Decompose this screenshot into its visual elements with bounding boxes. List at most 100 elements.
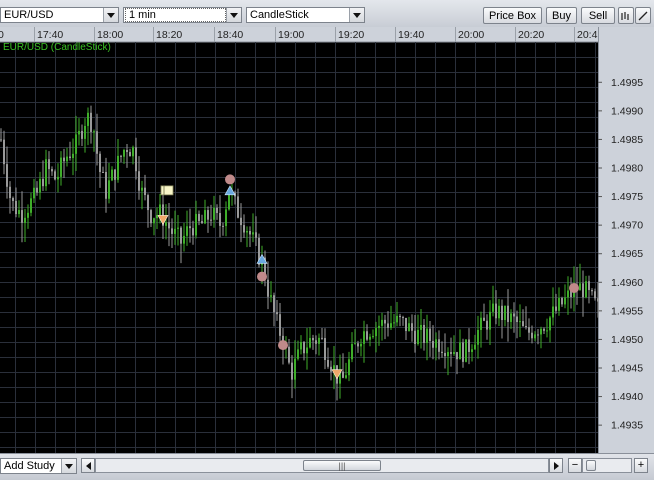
zoom-in-button[interactable]: + (634, 458, 648, 473)
chevron-down-icon[interactable] (61, 459, 76, 473)
zoom-slider-track[interactable] (582, 458, 632, 473)
candle-body (192, 228, 194, 236)
candle-body (468, 339, 470, 352)
chart-type-select[interactable]: CandleStick (246, 7, 365, 23)
candle-body (480, 317, 482, 330)
candle-body (288, 346, 290, 363)
candle-body (477, 329, 479, 345)
chevron-down-icon[interactable] (226, 8, 241, 22)
candle-body (270, 295, 272, 297)
candle-body (435, 339, 437, 348)
sell-button[interactable]: Sell (581, 7, 615, 24)
candle-body (327, 359, 329, 367)
horizontal-scrollbar-track[interactable]: ||| (95, 458, 549, 473)
candle-body (447, 352, 449, 357)
candle-body (105, 172, 107, 199)
candle-body (144, 187, 146, 196)
chevron-down-icon[interactable] (349, 8, 364, 22)
candle-body (306, 347, 308, 354)
price-tick-label: 1.4990 (611, 105, 643, 117)
toolbar: EUR/USD 1 min CandleStick Price Box Buy … (0, 0, 654, 28)
symbol-select[interactable]: EUR/USD (0, 7, 119, 23)
buy-button[interactable]: Buy (546, 7, 577, 24)
candle-body (108, 180, 110, 199)
candle-body (84, 125, 86, 139)
candlestick-chart[interactable]: 0 17:40 18:00 18:20 18:40 19:00 19:20 19:40 20:0… (0, 27, 654, 453)
candle-body (48, 159, 50, 170)
candle-body (276, 312, 278, 315)
candle-body (0, 139, 2, 141)
candle-body (3, 139, 5, 165)
time-tick-label: 18:40 (217, 29, 243, 41)
candle-body (399, 315, 401, 318)
add-study-select[interactable]: Add Study (0, 458, 77, 474)
candle-body (87, 112, 89, 126)
candle-body (207, 210, 209, 220)
candle-body (558, 298, 560, 311)
zoom-slider-thumb[interactable] (586, 460, 596, 471)
candle-body (156, 215, 158, 219)
candle-body (246, 230, 248, 233)
candle-body (588, 281, 590, 291)
candle-body (174, 228, 176, 234)
candle-body (309, 337, 311, 348)
candle-body (384, 319, 386, 324)
candle-body (189, 226, 191, 229)
zoom-out-button[interactable]: − (568, 458, 582, 473)
candle-body (93, 131, 95, 133)
candle-body (489, 311, 491, 330)
bars-icon (621, 11, 629, 20)
candle-body (582, 283, 584, 298)
candle-body (180, 227, 182, 244)
candle-body (69, 156, 71, 159)
price-tick-label: 1.4940 (611, 391, 643, 403)
candle-body (555, 306, 557, 311)
draw-line-tool-button[interactable] (635, 7, 651, 24)
chevron-down-icon[interactable] (103, 8, 118, 22)
time-tick-label: 19:00 (278, 29, 304, 41)
price-box-button[interactable]: Price Box (483, 7, 542, 24)
candle-body (498, 305, 500, 319)
candle-body (78, 130, 80, 135)
price-tick-label: 1.4985 (611, 134, 643, 146)
candle-body (63, 157, 65, 162)
candle-body (9, 186, 11, 199)
scroll-left-button[interactable] (81, 458, 95, 473)
interval-select[interactable]: 1 min (123, 7, 242, 23)
candle-body (204, 210, 206, 224)
candle-body (441, 351, 443, 353)
candle-body (225, 209, 227, 227)
chart-type-select-value: CandleStick (250, 9, 309, 21)
candle-body (120, 155, 122, 157)
candle-body (504, 305, 506, 321)
candle-body (81, 130, 83, 139)
candle-body (513, 313, 515, 317)
candle-body (171, 228, 173, 234)
candle-body (129, 152, 131, 157)
candle-body (27, 212, 29, 218)
candle-body (51, 169, 53, 172)
time-tick-label: 20:00 (458, 29, 484, 41)
horizontal-scrollbar-thumb[interactable]: ||| (303, 460, 381, 471)
candle-body (228, 194, 230, 210)
bar-chart-tool-button[interactable] (618, 7, 634, 24)
candle-body (597, 298, 599, 302)
candle-body (57, 176, 59, 180)
time-tick-label: 20:4 (577, 29, 598, 41)
candle-body (165, 222, 167, 226)
candle-body (24, 217, 26, 223)
candle-body (198, 213, 200, 222)
scroll-right-button[interactable] (549, 458, 563, 473)
candle-body (519, 321, 521, 323)
candle-body (450, 352, 452, 354)
chart-area[interactable]: 0 17:40 18:00 18:20 18:40 19:00 19:20 19:40 20:0… (0, 27, 654, 453)
candle-body (462, 342, 464, 362)
candle-body (324, 338, 326, 360)
candle-body (147, 195, 149, 211)
price-tick-label: 1.4975 (611, 191, 643, 203)
interval-select-value: 1 min (125, 8, 226, 22)
price-tick-label: 1.4995 (611, 77, 643, 89)
candle-body (222, 225, 224, 227)
price-tick-label: 1.4965 (611, 248, 643, 260)
chart-title: EUR/USD (CandleStick) (3, 42, 111, 53)
